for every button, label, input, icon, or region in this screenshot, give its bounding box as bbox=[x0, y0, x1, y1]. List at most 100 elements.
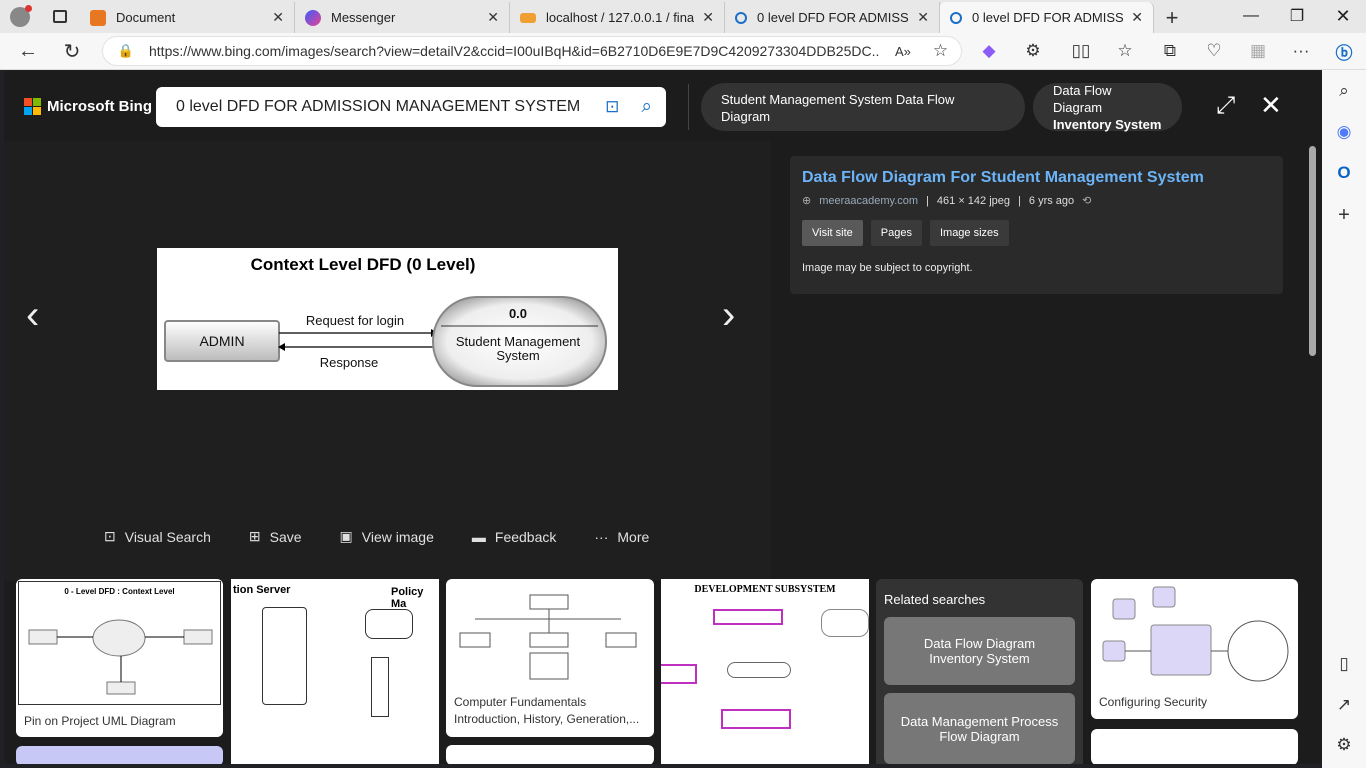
settings-more-icon[interactable]: ··· bbox=[1286, 36, 1316, 66]
address-field[interactable]: 🔒 https://www.bing.com/images/search?vie… bbox=[102, 36, 962, 66]
bing-chat-icon[interactable]: ⓑ bbox=[1329, 36, 1359, 66]
close-tab-icon[interactable]: ✕ bbox=[487, 9, 499, 26]
visit-site-button[interactable]: Visit site bbox=[802, 220, 863, 246]
close-tab-icon[interactable]: ✕ bbox=[917, 9, 929, 26]
main-image[interactable]: Context Level DFD (0 Level) ADMIN Reques… bbox=[157, 248, 618, 390]
sidebar-add-icon[interactable]: + bbox=[1329, 200, 1359, 230]
related-search-data-management[interactable]: Data Management Process Flow Diagram bbox=[884, 693, 1075, 764]
new-tab-button[interactable]: + bbox=[1154, 2, 1190, 33]
more-button[interactable]: ··· More bbox=[594, 528, 649, 545]
thumb-image: 0 - Level DFD : Context Level bbox=[18, 581, 221, 705]
thumb-card-context-level[interactable]: 0 - Level DFD : Context Level Pin on Pro… bbox=[16, 579, 223, 737]
back-button[interactable]: ← bbox=[13, 36, 43, 66]
profile-avatar[interactable] bbox=[0, 0, 40, 33]
refresh-button[interactable]: ↻ bbox=[57, 36, 87, 66]
thumb-card-partial[interactable] bbox=[16, 746, 223, 764]
feedback-button[interactable]: ▬ Feedback bbox=[472, 528, 556, 545]
process-name-line1: Student Management bbox=[456, 334, 581, 349]
sidebar-outlook-icon[interactable]: O bbox=[1329, 158, 1359, 188]
window-close-button[interactable]: ✕ bbox=[1320, 0, 1366, 32]
sidebar-panel-icon[interactable]: ▯ bbox=[1329, 649, 1359, 679]
related-pill-student-dfd[interactable]: Student Management System Data Flow Diag… bbox=[701, 83, 1025, 131]
expand-icon[interactable]: ⤢ bbox=[1216, 92, 1235, 120]
sidebar-open-external-icon[interactable]: ↗ bbox=[1329, 690, 1359, 720]
related-images-grid: 0 - Level DFD : Context Level Pin on Pro… bbox=[4, 579, 1322, 764]
header-divider bbox=[688, 84, 689, 130]
tab-strip: Document ✕ Messenger ✕ localhost / 127.0.0… bbox=[0, 0, 1366, 33]
tab-messenger[interactable]: Messenger ✕ bbox=[295, 2, 510, 33]
thumb-card-partial[interactable] bbox=[446, 745, 654, 764]
read-aloud-icon[interactable]: A» bbox=[895, 44, 911, 59]
search-icon[interactable]: ⌕ bbox=[641, 96, 652, 118]
phpmyadmin-favicon-icon bbox=[520, 12, 536, 23]
copilot-extension-icon[interactable]: ◆ bbox=[974, 36, 1004, 66]
globe-icon: ⊕ bbox=[802, 195, 812, 207]
tab-bing-search-active[interactable]: 0 level DFD FOR ADMISSION✕ bbox=[940, 2, 1154, 33]
favorites-icon[interactable]: ☆ bbox=[1110, 36, 1140, 66]
image-sizes-button[interactable]: Image sizes bbox=[929, 220, 1009, 246]
save-button[interactable]: ⊞ Save bbox=[249, 528, 302, 545]
visual-search-button[interactable]: ⊡ Visual Search bbox=[104, 528, 211, 545]
process-id: 0.0 bbox=[509, 306, 527, 321]
context-dfd-diagram: Context Level DFD (0 Level) ADMIN Reques… bbox=[164, 255, 607, 387]
image-title-link[interactable]: Data Flow Diagram For Student Management… bbox=[802, 169, 1204, 187]
pages-button[interactable]: Pages bbox=[870, 220, 922, 246]
tab-bing-search-1[interactable]: 0 level DFD FOR ADMISSION✕ bbox=[725, 2, 940, 33]
tab-document[interactable]: Document ✕ bbox=[80, 2, 295, 33]
close-viewer-icon[interactable]: ✕ bbox=[1260, 90, 1282, 121]
diagram-title: Context Level DFD (0 Level) bbox=[251, 255, 476, 274]
more-dots-icon: ··· bbox=[594, 528, 609, 545]
document-favicon-icon bbox=[90, 9, 106, 26]
site-link[interactable]: meeraacademy.com bbox=[819, 195, 918, 207]
messenger-favicon-icon bbox=[305, 9, 321, 26]
bing-logo[interactable]: Microsoft Bing bbox=[24, 98, 152, 115]
bing-image-viewer: Microsoft Bing 0 level DFD FOR ADMISSION… bbox=[4, 70, 1322, 764]
image-action-bar: ⊡ Visual Search ⊞ Save ▣ View image ▬ Feedba… bbox=[104, 528, 649, 545]
info-scrollbar[interactable] bbox=[1309, 146, 1316, 356]
feedback-icon: ▬ bbox=[471, 528, 486, 545]
minimize-button[interactable]: — bbox=[1228, 0, 1274, 32]
close-tab-icon[interactable]: ✕ bbox=[1131, 9, 1143, 26]
thumb-card-partial[interactable] bbox=[1091, 729, 1298, 764]
related-pill-inventory[interactable]: Data Flow Diagram Inventory System bbox=[1033, 83, 1182, 132]
maximize-button[interactable]: ❐ bbox=[1274, 0, 1320, 32]
view-image-button[interactable]: ▣ View image bbox=[340, 528, 434, 545]
performance-icon[interactable]: ▦ bbox=[1243, 36, 1273, 66]
split-screen-icon[interactable]: ▯▯ bbox=[1066, 36, 1096, 66]
sidebar-copilot-icon[interactable]: ◉ bbox=[1329, 117, 1359, 147]
tab-localhost[interactable]: localhost / 127.0.0.1 / final_p✕ bbox=[510, 2, 725, 33]
sidebar-search-icon[interactable]: ⌕ bbox=[1329, 76, 1359, 106]
previous-arrow-icon[interactable]: ‹ bbox=[26, 293, 39, 338]
tab-actions-button[interactable] bbox=[40, 0, 80, 33]
history-icon: ⟲ bbox=[1082, 195, 1092, 207]
close-tab-icon[interactable]: ✕ bbox=[272, 9, 284, 26]
favorite-star-icon[interactable]: ☆ bbox=[933, 41, 948, 61]
search-input[interactable]: 0 level DFD FOR ADMISSION MANAGEMENT SYS… bbox=[156, 87, 666, 127]
image-meta: ⊕ meeraacademy.com | 461 × 142 jpeg | 6 … bbox=[802, 194, 1092, 208]
thumb-card-policy-server[interactable]: tion Server Policy Ma bbox=[231, 579, 439, 764]
related-search-inventory[interactable]: Data Flow Diagram Inventory System bbox=[884, 617, 1075, 685]
collections-icon[interactable]: ⧉ bbox=[1155, 36, 1185, 66]
request-label: Request for login bbox=[306, 313, 404, 328]
address-bar-row: ← ↻ 🔒 https://www.bing.com/images/search… bbox=[0, 33, 1366, 70]
visual-search-icon: ⊡ bbox=[104, 528, 116, 544]
thumb-card-configuring-security[interactable]: Configuring Security bbox=[1091, 579, 1298, 719]
tab-actions-icon bbox=[53, 10, 67, 23]
extensions-icon[interactable]: ⚙ bbox=[1018, 36, 1048, 66]
plus-icon: + bbox=[1165, 4, 1179, 30]
avatar-icon bbox=[10, 4, 32, 27]
microsoft-logo-icon bbox=[24, 98, 41, 115]
visual-search-camera-icon[interactable]: ⊡ bbox=[605, 97, 619, 117]
admin-label: ADMIN bbox=[199, 333, 244, 349]
edge-sidebar: ⌕ ◉ O + ▯ ↗ ⚙ bbox=[1322, 70, 1366, 768]
next-arrow-icon[interactable]: › bbox=[722, 293, 735, 338]
thumb-card-development-subsystem[interactable]: DEVELOPMENT SUBSYSTEM bbox=[661, 579, 869, 764]
browser-essentials-icon[interactable]: ♡ bbox=[1199, 36, 1229, 66]
save-icon: ⊞ bbox=[248, 528, 261, 544]
close-tab-icon[interactable]: ✕ bbox=[702, 9, 714, 26]
view-image-icon: ▣ bbox=[339, 528, 353, 544]
sidebar-settings-icon[interactable]: ⚙ bbox=[1329, 730, 1359, 760]
copyright-note: Image may be subject to copyright. bbox=[802, 262, 973, 274]
thumb-card-computer-fundamentals[interactable]: Computer Fundamentals Introduction, Hist… bbox=[446, 579, 654, 737]
lock-icon[interactable]: 🔒 bbox=[103, 43, 149, 59]
